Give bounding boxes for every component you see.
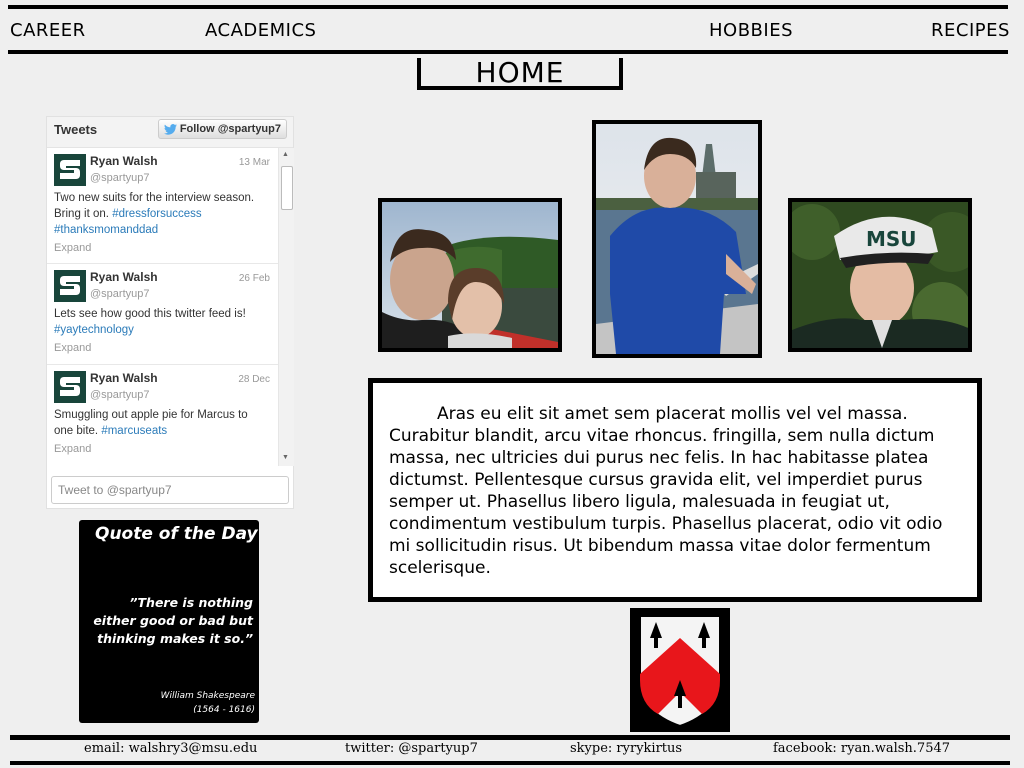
tweet-compose-input[interactable] (51, 476, 289, 504)
tweet-author-name[interactable]: Ryan Walsh (90, 270, 158, 284)
tweet-list[interactable]: Ryan Walsh @spartyup7 13 Mar Two new sui… (47, 148, 278, 466)
twitter-bird-icon (163, 123, 177, 135)
tweet-author-handle[interactable]: @spartyup7 (90, 288, 149, 300)
quote-of-the-day: Quote of the Day ”There is nothing eithe… (79, 520, 259, 723)
footer-facebook[interactable]: facebook: ryan.walsh.7547 (773, 741, 950, 756)
family-crest (630, 608, 730, 732)
photo-band-uniform: MSU (788, 198, 972, 352)
quote-text: ”There is nothing either good or bad but… (93, 595, 253, 646)
crest-shield-icon (639, 615, 721, 728)
tweet-author-handle[interactable]: @spartyup7 (90, 389, 149, 401)
twitter-widget: Tweets Follow @spartyup7 Ryan Walsh @spa… (46, 116, 294, 509)
spartan-logo-icon (54, 154, 86, 186)
photo-boat-statue-of-liberty (592, 120, 762, 358)
tweet-item: Ryan Walsh @spartyup7 13 Mar Two new sui… (47, 148, 278, 264)
tweet-body: Lets see how good this twitter feed is! (54, 308, 246, 320)
tweet-item: Ryan Walsh @spartyup7 26 Feb Lets see ho… (47, 264, 278, 365)
tweet-date[interactable]: 28 Dec (238, 374, 270, 385)
quote-title: Quote of the Day (95, 524, 258, 544)
tweet-hashtags[interactable]: #yaytechnology (54, 324, 134, 336)
nav-rule (8, 50, 1008, 54)
tweet-text: Lets see how good this twitter feed is! … (54, 306, 270, 338)
tweet-expand-link[interactable]: Expand (54, 342, 91, 354)
follow-button[interactable]: Follow @spartyup7 (157, 119, 287, 139)
spartan-logo-icon (54, 270, 86, 302)
spartan-logo-icon (54, 371, 86, 403)
intro-text-box: Aras eu elit sit amet sem placerat molli… (368, 378, 982, 602)
tweet-text: Two new suits for the interview season. … (54, 190, 270, 238)
quote-author: William Shakespeare (160, 691, 255, 701)
nav-career[interactable]: CAREER (10, 20, 86, 41)
footer-email[interactable]: email: walshry3@msu.edu (84, 741, 257, 756)
nav-hobbies[interactable]: HOBBIES (709, 20, 793, 41)
scrollbar-thumb[interactable] (281, 166, 293, 210)
page-title: HOME (417, 58, 623, 90)
tweet-text: Smuggling out apple pie for Marcus to on… (54, 407, 270, 439)
quote-author-years: (1564 - 1616) (193, 705, 255, 715)
svg-text:MSU: MSU (866, 227, 917, 251)
tweet-date[interactable]: 13 Mar (239, 157, 270, 168)
scroll-down-icon[interactable]: ▼ (282, 454, 289, 461)
scroll-up-icon[interactable]: ▲ (282, 151, 289, 158)
top-rule (8, 5, 1008, 9)
tweet-expand-link[interactable]: Expand (54, 242, 91, 254)
footer-top-rule (10, 735, 1010, 740)
footer-twitter[interactable]: twitter: @spartyup7 (345, 741, 478, 756)
quote-attribution: William Shakespeare (1564 - 1616) (161, 689, 255, 717)
footer-bottom-rule (10, 761, 1010, 765)
nav-recipes[interactable]: RECIPES (931, 20, 1010, 41)
photo-couple-lake (378, 198, 562, 352)
twitter-widget-header: Tweets Follow @spartyup7 (47, 117, 293, 148)
tweet-list-scrollbar[interactable]: ▲ ▼ (278, 148, 294, 466)
footer-skype[interactable]: skype: ryrykirtus (570, 741, 682, 756)
nav-academics[interactable]: ACADEMICS (205, 20, 316, 41)
follow-button-label: Follow @spartyup7 (179, 123, 281, 135)
tweet-item: Ryan Walsh @spartyup7 28 Dec Smuggling o… (47, 365, 278, 466)
tweet-author-handle[interactable]: @spartyup7 (90, 172, 149, 184)
tweet-hashtags[interactable]: #marcuseats (101, 425, 167, 437)
tweets-heading: Tweets (54, 122, 98, 137)
tweet-author-name[interactable]: Ryan Walsh (90, 371, 158, 385)
tweet-expand-link[interactable]: Expand (54, 443, 91, 455)
intro-paragraph: Aras eu elit sit amet sem placerat molli… (389, 404, 943, 578)
tweet-author-name[interactable]: Ryan Walsh (90, 154, 158, 168)
tweet-date[interactable]: 26 Feb (239, 273, 270, 284)
